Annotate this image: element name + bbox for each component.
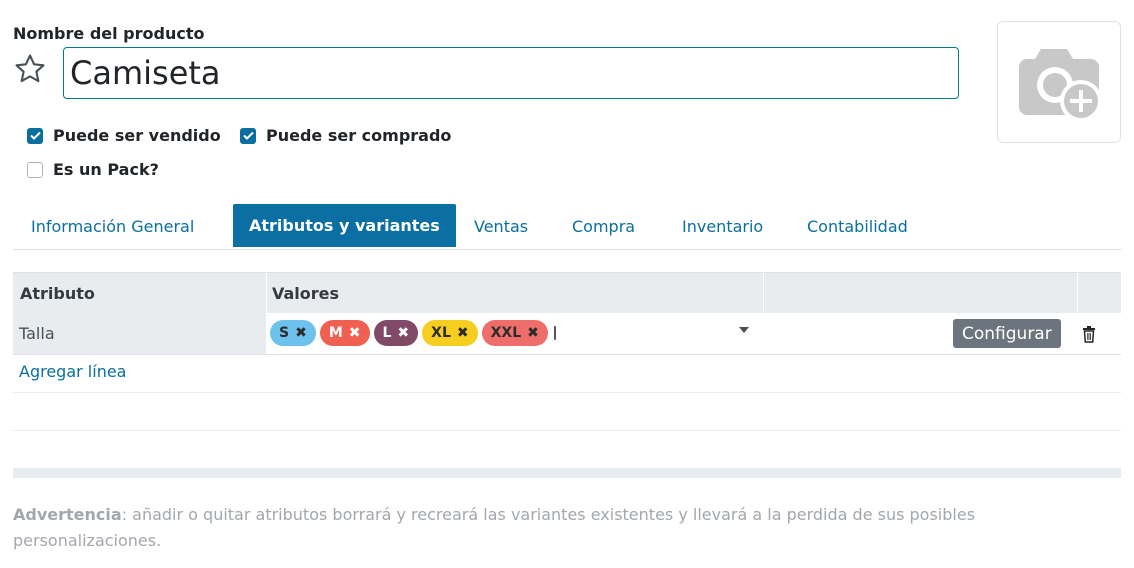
checkbox-unchecked-icon[interactable]: [27, 161, 43, 178]
value-tag-l[interactable]: L ✖: [373, 320, 419, 346]
product-name-input[interactable]: [63, 47, 959, 99]
header-valores[interactable]: Valores: [272, 273, 339, 314]
table-footer: [13, 468, 1121, 478]
value-tag-xl[interactable]: XL ✖: [422, 320, 478, 346]
can-be-purchased-checkbox[interactable]: Puede ser comprado: [240, 126, 451, 145]
attribute-cell[interactable]: Talla: [13, 313, 266, 354]
product-tabs: Información General Atributos y variante…: [13, 204, 1121, 250]
table-row[interactable]: Talla S ✖ M ✖ L ✖ XL ✖ XXL ✖ Configurar: [13, 313, 1121, 355]
value-tag-s[interactable]: S ✖: [270, 320, 316, 346]
header-atributo[interactable]: Atributo: [20, 273, 95, 314]
checkbox-checked-icon[interactable]: [27, 127, 43, 144]
trash-icon[interactable]: [1081, 325, 1097, 343]
can-be-purchased-label: Puede ser comprado: [266, 126, 452, 145]
tab-ventas[interactable]: Ventas: [474, 204, 528, 247]
value-tag-m[interactable]: M ✖: [319, 320, 370, 346]
dropdown-caret-icon[interactable]: [739, 327, 749, 333]
product-image-upload[interactable]: [997, 21, 1121, 143]
tab-contabilidad[interactable]: Contabilidad: [807, 204, 908, 247]
can-be-sold-label: Puede ser vendido: [53, 126, 221, 145]
camera-add-icon: [1019, 49, 1102, 122]
remove-tag-icon[interactable]: ✖: [295, 325, 307, 341]
can-be-sold-checkbox[interactable]: Puede ser vendido: [27, 126, 221, 145]
remove-tag-icon[interactable]: ✖: [457, 325, 469, 341]
remove-tag-icon[interactable]: ✖: [527, 325, 539, 341]
remove-tag-icon[interactable]: ✖: [397, 325, 409, 341]
configure-button[interactable]: Configurar: [953, 319, 1061, 348]
tab-compra[interactable]: Compra: [572, 204, 635, 247]
warning-text: Advertencia: añadir o quitar atributos b…: [13, 505, 976, 550]
add-line-link[interactable]: Agregar línea: [19, 362, 126, 381]
product-name-label: Nombre del producto: [13, 24, 205, 43]
value-tag-xxl[interactable]: XXL ✖: [481, 320, 548, 346]
value-tags: S ✖ M ✖ L ✖ XL ✖ XXL ✖: [270, 320, 556, 346]
tab-informacion-general[interactable]: Información General: [31, 204, 194, 247]
tab-atributos-variantes[interactable]: Atributos y variantes: [233, 204, 456, 247]
checkbox-checked-icon[interactable]: [240, 127, 256, 144]
table-header: Atributo Valores: [13, 272, 1121, 314]
attributes-table: Atributo Valores Talla S ✖ M ✖ L ✖ XL ✖ XXL ✖…: [13, 272, 1121, 431]
text-cursor: [553, 326, 556, 340]
remove-tag-icon[interactable]: ✖: [349, 325, 361, 341]
values-many2many-field[interactable]: S ✖ M ✖ L ✖ XL ✖ XXL ✖: [266, 313, 821, 354]
favorite-star-icon[interactable]: [13, 52, 47, 86]
tab-inventario[interactable]: Inventario: [682, 204, 763, 247]
is-pack-checkbox[interactable]: Es un Pack?: [27, 160, 159, 179]
is-pack-label: Es un Pack?: [53, 160, 159, 179]
